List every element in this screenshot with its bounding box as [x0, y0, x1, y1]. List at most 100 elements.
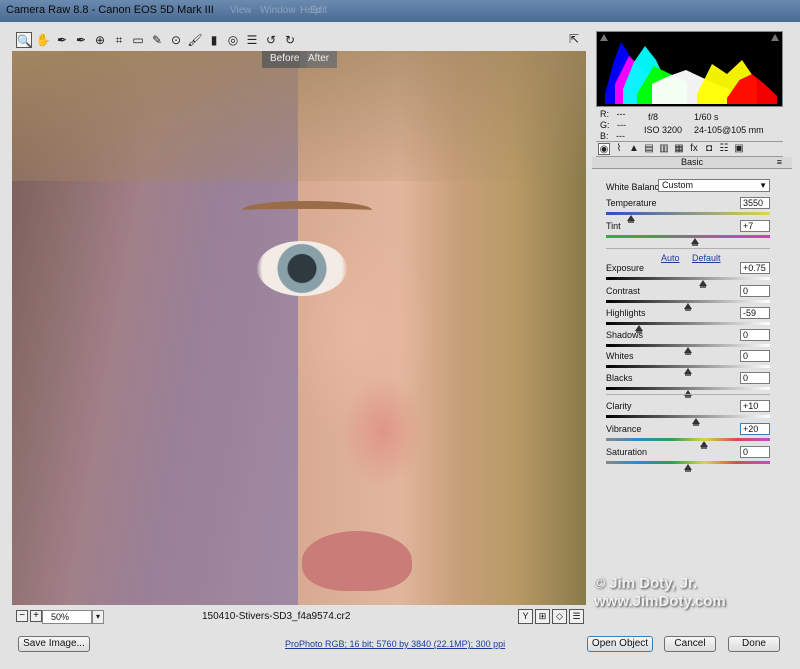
highlights-label: Highlights: [606, 308, 646, 318]
exposure-slider-thumb[interactable]: [698, 280, 707, 288]
panel-menu-icon[interactable]: ≡: [777, 157, 782, 167]
tint-slider-track[interactable]: [606, 235, 770, 238]
detail-tab-icon[interactable]: ▲: [628, 143, 640, 155]
rotate-left-icon[interactable]: ↺: [263, 32, 279, 48]
highlights-slider-track[interactable]: [606, 322, 770, 325]
tint-input[interactable]: +7: [740, 220, 770, 232]
divider-tone: [606, 394, 770, 395]
lens-tab-icon[interactable]: ▦: [673, 143, 685, 155]
rotate-right-icon[interactable]: ↻: [282, 32, 298, 48]
r-label: R:: [600, 109, 609, 119]
tint-slider-thumb[interactable]: [690, 238, 699, 246]
aperture-value: f/8: [648, 112, 659, 122]
zoom-in-button[interactable]: +: [30, 610, 42, 622]
crop-tool-icon[interactable]: ⌗: [111, 32, 127, 48]
white-balance-select[interactable]: Custom ▼: [658, 179, 770, 192]
watermark-line1: © Jim Doty, Jr.: [594, 575, 698, 592]
saturation-slider-thumb[interactable]: [684, 464, 692, 472]
eyebrow-shape: [242, 201, 372, 219]
tone-curve-tab-icon[interactable]: ⌇: [613, 143, 625, 155]
color-sampler-tool-icon[interactable]: ✒: [73, 32, 89, 48]
toggle-settings-icon[interactable]: ☰: [569, 609, 584, 624]
blacks-input[interactable]: 0: [740, 372, 770, 384]
image-preview[interactable]: Before After: [12, 51, 586, 605]
eye-shape: [257, 241, 347, 296]
snapshots-tab-icon[interactable]: ▣: [733, 143, 745, 155]
panel-tabs: ◉ ⌇ ▲ ▤ ▥ ▦ fx ◘ ☷ ▣: [596, 141, 783, 157]
presets-tab-icon[interactable]: ☷: [718, 143, 730, 155]
effects-tab-icon[interactable]: fx: [688, 143, 700, 155]
blacks-label: Blacks: [606, 373, 633, 383]
preferences-icon[interactable]: ☰: [244, 32, 260, 48]
hsl-tab-icon[interactable]: ▤: [643, 143, 655, 155]
file-name: 150410-Stivers-SD3_f4a9574.cr2: [202, 611, 351, 622]
done-button[interactable]: Done: [728, 636, 780, 652]
red-eye-tool-icon[interactable]: ⊙: [168, 32, 184, 48]
status-bar: − + 50% ▾ 150410-Stivers-SD3_f4a9574.cr2…: [12, 607, 586, 627]
contrast-input[interactable]: 0: [740, 285, 770, 297]
exposure-slider-track[interactable]: [606, 277, 770, 280]
saturation-input[interactable]: 0: [740, 446, 770, 458]
default-link[interactable]: Default: [692, 253, 721, 263]
highlights-input[interactable]: -59: [740, 307, 770, 319]
swap-view-icon[interactable]: ⊞: [535, 609, 550, 624]
before-after-view-icon[interactable]: Y: [518, 609, 533, 624]
spot-removal-tool-icon[interactable]: ✎: [149, 32, 165, 48]
whites-slider-thumb[interactable]: [684, 368, 692, 376]
hand-tool-icon[interactable]: ✋: [35, 32, 51, 48]
vibrance-slider-track[interactable]: [606, 438, 770, 441]
basic-tab-icon[interactable]: ◉: [598, 143, 610, 155]
white-balance-tool-icon[interactable]: ✒: [54, 32, 70, 48]
graduated-filter-icon[interactable]: ▮: [206, 32, 222, 48]
highlight-clipping-icon[interactable]: [771, 34, 779, 41]
whites-input[interactable]: 0: [740, 350, 770, 362]
chevron-down-icon: ▼: [759, 181, 767, 190]
camera-info: R: --- G: --- B: --- f/8 1/60 s ISO 3200…: [596, 109, 783, 141]
fullscreen-toggle-icon[interactable]: ⇱: [566, 32, 582, 48]
b-readout: B: ---: [600, 131, 625, 141]
zoom-dropdown-icon[interactable]: ▾: [92, 610, 104, 624]
copy-settings-icon[interactable]: ◇: [552, 609, 567, 624]
adjustment-brush-icon[interactable]: 🖌: [187, 32, 203, 48]
split-toning-tab-icon[interactable]: ▥: [658, 143, 670, 155]
vibrance-input[interactable]: +20: [740, 423, 770, 435]
zoom-tool-icon[interactable]: 🔍: [16, 32, 32, 48]
clarity-slider-thumb[interactable]: [692, 418, 701, 426]
auto-link[interactable]: Auto: [661, 253, 680, 263]
save-image-button[interactable]: Save Image...: [18, 636, 90, 652]
radial-filter-icon[interactable]: ◎: [225, 32, 241, 48]
zoom-level-field[interactable]: 50%: [42, 610, 92, 624]
straighten-tool-icon[interactable]: ▭: [130, 32, 146, 48]
workflow-options-link[interactable]: ProPhoto RGB; 16 bit; 5760 by 3840 (22.1…: [285, 639, 505, 649]
camera-calibration-tab-icon[interactable]: ◘: [703, 143, 715, 155]
shadows-slider-thumb[interactable]: [684, 347, 692, 355]
r-readout: R: ---: [600, 109, 626, 119]
clarity-input[interactable]: +10: [740, 400, 770, 412]
white-balance-value: Custom: [662, 180, 694, 190]
tool-bar: ⇱ 🔍 ✋ ✒ ✒ ⊕ ⌗ ▭ ✎ ⊙ 🖌 ▮ ◎ ☰ ↺ ↻: [12, 29, 586, 51]
saturation-label: Saturation: [606, 447, 648, 457]
targeted-adjustment-tool-icon[interactable]: ⊕: [92, 32, 108, 48]
cancel-button[interactable]: Cancel: [664, 636, 716, 652]
bottom-bar: Save Image... ProPhoto RGB; 16 bit; 5760…: [0, 630, 800, 669]
clarity-slider-track[interactable]: [606, 415, 770, 418]
vibrance-slider-thumb[interactable]: [700, 441, 709, 449]
blacks-slider-thumb[interactable]: [684, 390, 692, 398]
g-value: ---: [617, 120, 627, 130]
zoom-out-button[interactable]: −: [16, 610, 28, 622]
b-label: B:: [600, 131, 609, 141]
exposure-input[interactable]: +0.75: [740, 262, 770, 274]
lips-shape: [302, 531, 412, 591]
clarity-label: Clarity: [606, 401, 632, 411]
g-label: G:: [600, 120, 610, 130]
iso-value: ISO 3200: [644, 125, 683, 135]
shadow-clipping-icon[interactable]: [600, 34, 608, 41]
temperature-input[interactable]: 3550: [740, 197, 770, 209]
vibrance-label: Vibrance: [606, 424, 642, 434]
camera-raw-window: Camera Raw 8.8 - Canon EOS 5D Mark III E…: [0, 0, 800, 669]
open-object-button[interactable]: Open Object: [587, 636, 653, 652]
watermark: © Jim Doty, Jr. www.JimDoty.com: [594, 575, 726, 611]
contrast-slider-thumb[interactable]: [684, 303, 692, 311]
shadows-input[interactable]: 0: [740, 329, 770, 341]
temperature-slider-thumb[interactable]: [626, 215, 635, 223]
